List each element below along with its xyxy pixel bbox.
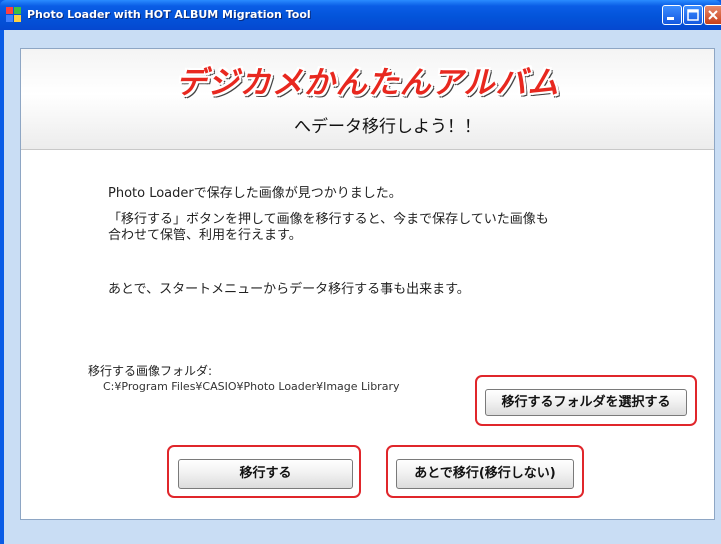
migrate-later-button-label: あとで移行(移行しない)	[414, 466, 556, 481]
message-instruction-line2: 合わせて保管、利用を行えます。	[108, 228, 302, 243]
header-banner: デジカメかんたんアルバム へデータ移行しよう！！	[21, 49, 714, 150]
migrate-button[interactable]: 移行する	[178, 459, 353, 489]
maximize-button[interactable]	[683, 5, 703, 25]
app-icon	[6, 7, 22, 23]
app-window: Photo Loader with HOT ALBUM Migration To…	[0, 0, 721, 544]
title-bar[interactable]: Photo Loader with HOT ALBUM Migration To…	[0, 0, 721, 30]
header-subtitle: へデータ移行しよう！！	[294, 117, 481, 137]
select-folder-button[interactable]: 移行するフォルダを選択する	[485, 389, 687, 416]
window-title: Photo Loader with HOT ALBUM Migration To…	[27, 8, 311, 21]
close-button[interactable]	[704, 5, 721, 25]
migrate-button-label: 移行する	[239, 466, 292, 481]
message-found: Photo Loaderで保存した画像が見つかりました。	[108, 186, 402, 201]
client-area: デジカメかんたんアルバム へデータ移行しよう！！ Photo Loaderで保存…	[4, 30, 721, 544]
folder-path: C:¥Program Files¥CASIO¥Photo Loader¥Imag…	[103, 380, 400, 393]
migrate-later-button[interactable]: あとで移行(移行しない)	[396, 459, 574, 489]
content-panel: デジカメかんたんアルバム へデータ移行しよう！！ Photo Loaderで保存…	[20, 48, 715, 520]
select-folder-button-label: 移行するフォルダを選択する	[501, 395, 671, 410]
folder-label: 移行する画像フォルダ:	[88, 364, 213, 378]
product-logo: デジカメかんたんアルバム	[175, 65, 560, 101]
message-later: あとで、スタートメニューからデータ移行する事も出来ます。	[108, 282, 470, 297]
minimize-button[interactable]	[662, 5, 682, 25]
